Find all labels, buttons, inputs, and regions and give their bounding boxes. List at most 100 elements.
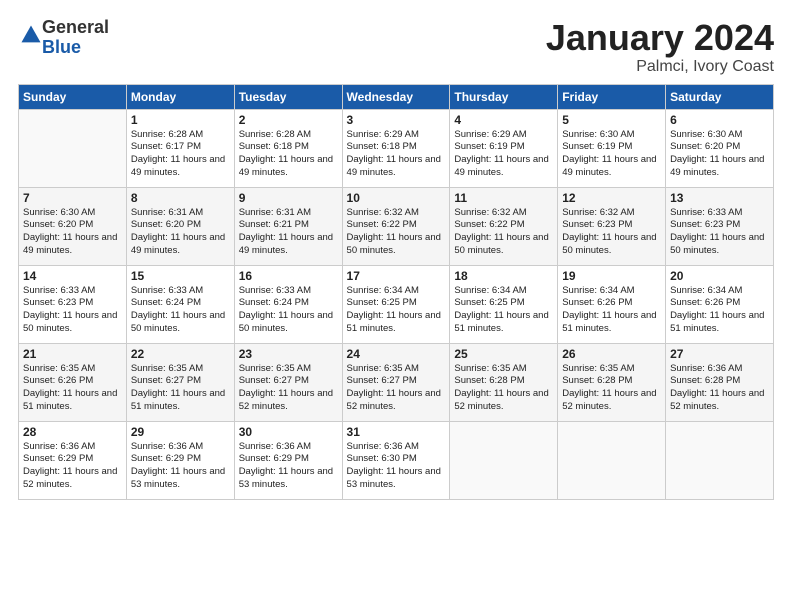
col-wednesday: Wednesday xyxy=(342,84,450,109)
day-number: 1 xyxy=(131,113,230,127)
logo-blue-text: Blue xyxy=(42,37,81,57)
day-number: 2 xyxy=(239,113,338,127)
cell-1-6: 5 Sunrise: 6:30 AMSunset: 6:19 PMDaylight… xyxy=(558,109,666,187)
cell-4-3: 23 Sunrise: 6:35 AMSunset: 6:27 PMDayligh… xyxy=(234,343,342,421)
cell-2-5: 11 Sunrise: 6:32 AMSunset: 6:22 PMDayligh… xyxy=(450,187,558,265)
cell-2-3: 9Sunrise: 6:31 AMSunset: 6:21 PMDaylight… xyxy=(234,187,342,265)
day-number: 22 xyxy=(131,347,230,361)
col-sunday: Sunday xyxy=(19,84,127,109)
cell-info: Sunrise: 6:28 AMSunset: 6:17 PMDaylight:… xyxy=(131,129,230,180)
cell-info: Sunrise: 6:35 AMSunset: 6:26 PMDaylight:… xyxy=(23,363,122,414)
day-number: 26 xyxy=(562,347,661,361)
cell-info: Sunrise: 6:34 AMSunset: 6:25 PMDaylight:… xyxy=(454,285,553,336)
day-number: 23 xyxy=(239,347,338,361)
day-number: 24 xyxy=(347,347,446,361)
cell-info: Sunrise: 6:35 AMSunset: 6:27 PMDaylight:… xyxy=(131,363,230,414)
day-number: 9 xyxy=(239,191,338,205)
cell-5-7 xyxy=(666,421,774,499)
cell-1-4: 3Sunrise: 6:29 AMSunset: 6:18 PMDaylight… xyxy=(342,109,450,187)
day-number: 6 xyxy=(670,113,769,127)
cell-1-7: 6 Sunrise: 6:30 AMSunset: 6:20 PMDaylight… xyxy=(666,109,774,187)
day-number: 4 xyxy=(454,113,553,127)
calendar-title: January 2024 xyxy=(546,18,774,58)
cell-info: Sunrise: 6:36 AMSunset: 6:30 PMDaylight:… xyxy=(347,441,446,492)
day-number: 7 xyxy=(23,191,122,205)
col-tuesday: Tuesday xyxy=(234,84,342,109)
cell-info: Sunrise: 6:33 AMSunset: 6:23 PMDaylight:… xyxy=(670,207,769,258)
cell-info: Sunrise: 6:30 AMSunset: 6:20 PMDaylight:… xyxy=(23,207,122,258)
day-number: 21 xyxy=(23,347,122,361)
day-number: 16 xyxy=(239,269,338,283)
cell-5-1: 28 Sunrise: 6:36 AMSunset: 6:29 PMDayligh… xyxy=(19,421,127,499)
day-number: 29 xyxy=(131,425,230,439)
cell-3-7: 20 Sunrise: 6:34 AMSunset: 6:26 PMDayligh… xyxy=(666,265,774,343)
day-number: 20 xyxy=(670,269,769,283)
cell-info: Sunrise: 6:36 AMSunset: 6:29 PMDaylight:… xyxy=(239,441,338,492)
cell-info: Sunrise: 6:30 AMSunset: 6:20 PMDaylight:… xyxy=(670,129,769,180)
cell-info: Sunrise: 6:33 AMSunset: 6:23 PMDaylight:… xyxy=(23,285,122,336)
cell-info: Sunrise: 6:34 AMSunset: 6:25 PMDaylight:… xyxy=(347,285,446,336)
cell-info: Sunrise: 6:31 AMSunset: 6:20 PMDaylight:… xyxy=(131,207,230,258)
day-number: 31 xyxy=(347,425,446,439)
day-number: 13 xyxy=(670,191,769,205)
cell-info: Sunrise: 6:35 AMSunset: 6:27 PMDaylight:… xyxy=(239,363,338,414)
cell-5-5 xyxy=(450,421,558,499)
day-number: 30 xyxy=(239,425,338,439)
cell-3-2: 15Sunrise: 6:33 AMSunset: 6:24 PMDayligh… xyxy=(126,265,234,343)
day-number: 12 xyxy=(562,191,661,205)
col-monday: Monday xyxy=(126,84,234,109)
cell-5-2: 29 Sunrise: 6:36 AMSunset: 6:29 PMDayligh… xyxy=(126,421,234,499)
cell-4-2: 22 Sunrise: 6:35 AMSunset: 6:27 PMDayligh… xyxy=(126,343,234,421)
cell-info: Sunrise: 6:36 AMSunset: 6:28 PMDaylight:… xyxy=(670,363,769,414)
week-row-1: 1 Sunrise: 6:28 AMSunset: 6:17 PMDaylight… xyxy=(19,109,774,187)
cell-5-4: 31 Sunrise: 6:36 AMSunset: 6:30 PMDayligh… xyxy=(342,421,450,499)
logo-general-text: General xyxy=(42,17,109,37)
cell-5-3: 30 Sunrise: 6:36 AMSunset: 6:29 PMDayligh… xyxy=(234,421,342,499)
cell-2-2: 8 Sunrise: 6:31 AMSunset: 6:20 PMDaylight… xyxy=(126,187,234,265)
cell-3-1: 14 Sunrise: 6:33 AMSunset: 6:23 PMDayligh… xyxy=(19,265,127,343)
cell-4-5: 25Sunrise: 6:35 AMSunset: 6:28 PMDayligh… xyxy=(450,343,558,421)
day-number: 8 xyxy=(131,191,230,205)
cell-info: Sunrise: 6:32 AMSunset: 6:23 PMDaylight:… xyxy=(562,207,661,258)
day-number: 28 xyxy=(23,425,122,439)
cell-1-5: 4 Sunrise: 6:29 AMSunset: 6:19 PMDaylight… xyxy=(450,109,558,187)
cell-3-3: 16Sunrise: 6:33 AMSunset: 6:24 PMDayligh… xyxy=(234,265,342,343)
cell-2-7: 13 Sunrise: 6:33 AMSunset: 6:23 PMDayligh… xyxy=(666,187,774,265)
week-row-5: 28 Sunrise: 6:36 AMSunset: 6:29 PMDayligh… xyxy=(19,421,774,499)
cell-2-6: 12 Sunrise: 6:32 AMSunset: 6:23 PMDayligh… xyxy=(558,187,666,265)
cell-1-2: 1 Sunrise: 6:28 AMSunset: 6:17 PMDaylight… xyxy=(126,109,234,187)
day-number: 18 xyxy=(454,269,553,283)
cell-info: Sunrise: 6:36 AMSunset: 6:29 PMDaylight:… xyxy=(131,441,230,492)
cell-4-7: 27Sunrise: 6:36 AMSunset: 6:28 PMDayligh… xyxy=(666,343,774,421)
col-saturday: Saturday xyxy=(666,84,774,109)
cell-info: Sunrise: 6:36 AMSunset: 6:29 PMDaylight:… xyxy=(23,441,122,492)
cell-info: Sunrise: 6:32 AMSunset: 6:22 PMDaylight:… xyxy=(454,207,553,258)
cell-5-6 xyxy=(558,421,666,499)
cell-info: Sunrise: 6:35 AMSunset: 6:28 PMDaylight:… xyxy=(562,363,661,414)
day-number: 14 xyxy=(23,269,122,283)
day-number: 5 xyxy=(562,113,661,127)
cell-2-1: 7 Sunrise: 6:30 AMSunset: 6:20 PMDaylight… xyxy=(19,187,127,265)
week-row-3: 14 Sunrise: 6:33 AMSunset: 6:23 PMDayligh… xyxy=(19,265,774,343)
cell-info: Sunrise: 6:30 AMSunset: 6:19 PMDaylight:… xyxy=(562,129,661,180)
cell-info: Sunrise: 6:34 AMSunset: 6:26 PMDaylight:… xyxy=(562,285,661,336)
day-number: 15 xyxy=(131,269,230,283)
day-number: 17 xyxy=(347,269,446,283)
cell-info: Sunrise: 6:35 AMSunset: 6:27 PMDaylight:… xyxy=(347,363,446,414)
cell-3-5: 18 Sunrise: 6:34 AMSunset: 6:25 PMDayligh… xyxy=(450,265,558,343)
day-number: 19 xyxy=(562,269,661,283)
day-number: 10 xyxy=(347,191,446,205)
cell-info: Sunrise: 6:29 AMSunset: 6:19 PMDaylight:… xyxy=(454,129,553,180)
cell-info: Sunrise: 6:34 AMSunset: 6:26 PMDaylight:… xyxy=(670,285,769,336)
logo-icon xyxy=(20,24,42,46)
logo: General Blue xyxy=(18,18,109,58)
cell-3-4: 17 Sunrise: 6:34 AMSunset: 6:25 PMDayligh… xyxy=(342,265,450,343)
calendar-subtitle: Palmci, Ivory Coast xyxy=(546,58,774,76)
calendar-table: Sunday Monday Tuesday Wednesday Thursday… xyxy=(18,84,774,500)
cell-1-3: 2Sunrise: 6:28 AMSunset: 6:18 PMDaylight… xyxy=(234,109,342,187)
day-number: 11 xyxy=(454,191,553,205)
cell-info: Sunrise: 6:29 AMSunset: 6:18 PMDaylight:… xyxy=(347,129,446,180)
header-row: Sunday Monday Tuesday Wednesday Thursday… xyxy=(19,84,774,109)
week-row-4: 21 Sunrise: 6:35 AMSunset: 6:26 PMDayligh… xyxy=(19,343,774,421)
title-block: January 2024 Palmci, Ivory Coast xyxy=(546,18,774,76)
